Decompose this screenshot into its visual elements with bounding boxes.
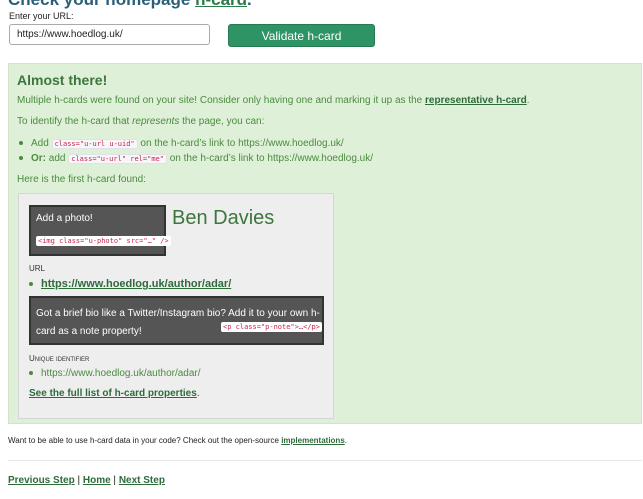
rel-me-code: class="u-url" rel="me" bbox=[68, 154, 167, 164]
step-navigation: Previous Step | Home | Next Step bbox=[8, 475, 165, 486]
url-field-label: Enter your URL: bbox=[9, 11, 74, 21]
properties-line: See the full list of h-card properties. bbox=[29, 388, 200, 399]
url-list-item: https://www.hoedlog.uk/author/adar/ bbox=[29, 278, 231, 290]
identify-em: represents bbox=[132, 116, 180, 127]
bio-placeholder: Got a brief bio like a Twitter/Instagram… bbox=[29, 296, 324, 345]
option-uid-item: Add class="u-url u-uid" on the h-card’s … bbox=[19, 138, 344, 149]
option-rel-me-item: Or: add class="u-url" rel="me" on the h-… bbox=[19, 153, 373, 164]
option-rel-me-text: on the h-card’s link to https://www.hoed… bbox=[166, 153, 374, 164]
home-link[interactable]: Home bbox=[83, 475, 111, 486]
multiple-period: . bbox=[526, 95, 530, 106]
uid-caption: Unique identifier bbox=[29, 354, 90, 363]
url-input[interactable] bbox=[9, 24, 210, 45]
properties-period: . bbox=[196, 388, 200, 399]
result-panel: Almost there! Multiple h-cards were foun… bbox=[8, 63, 642, 424]
nav-separator: | bbox=[110, 475, 119, 486]
bullet-icon bbox=[19, 156, 23, 161]
hcard-heading-link[interactable]: h-card bbox=[195, 0, 247, 9]
identify-suffix: the page, you can: bbox=[179, 116, 265, 127]
option-add-text: Add bbox=[31, 138, 49, 149]
multiple-hcards-message: Multiple h-cards were found on your site… bbox=[17, 95, 530, 106]
identify-instruction: To identify the h-card that represents t… bbox=[17, 116, 264, 127]
implementations-link[interactable]: implementations bbox=[281, 436, 345, 445]
page-heading: Check your homepage h-card. bbox=[8, 0, 252, 10]
divider bbox=[8, 460, 642, 461]
uid-class-code: class="u-url u-uid" bbox=[51, 139, 138, 149]
hcard-properties-link[interactable]: See the full list of h-card properties bbox=[29, 388, 197, 399]
uid-value: https://www.hoedlog.uk/author/adar/ bbox=[41, 368, 201, 379]
result-title: Almost there! bbox=[17, 72, 108, 88]
note-period: . bbox=[344, 436, 348, 445]
bullet-icon bbox=[29, 282, 33, 287]
option-add-text: add bbox=[46, 153, 66, 164]
identify-prefix: To identify the h-card that bbox=[17, 116, 133, 127]
next-step-link[interactable]: Next Step bbox=[119, 475, 165, 486]
previous-step-link[interactable]: Previous Step bbox=[8, 475, 75, 486]
photo-code: <img class="u-photo" src="…" /> bbox=[36, 236, 171, 246]
bullet-icon bbox=[29, 371, 33, 376]
nav-separator: | bbox=[74, 475, 83, 486]
validate-button[interactable]: Validate h-card bbox=[228, 24, 375, 47]
bullet-icon bbox=[19, 141, 23, 146]
note-text: Want to be able to use h-card data in yo… bbox=[8, 436, 282, 445]
url-caption: URL bbox=[29, 264, 46, 273]
option-or-text: Or: bbox=[31, 153, 46, 164]
first-hcard-label: Here is the first h-card found: bbox=[17, 174, 146, 185]
implementations-note: Want to be able to use h-card data in yo… bbox=[8, 436, 347, 445]
multiple-hcards-text: Multiple h-cards were found on your site… bbox=[17, 95, 426, 106]
note-code: <p class="p-note">…</p> bbox=[221, 322, 322, 332]
photo-placeholder: Add a photo! <img class="u-photo" src="…… bbox=[29, 205, 171, 256]
hcard-name: Ben Davies bbox=[172, 207, 275, 229]
uid-list-item: https://www.hoedlog.uk/author/adar/ bbox=[29, 368, 201, 379]
photo-prompt: Add a photo! bbox=[36, 213, 93, 224]
hcard-preview: Add a photo! <img class="u-photo" src="…… bbox=[18, 193, 334, 419]
heading-period: . bbox=[247, 0, 252, 9]
option-uid-text: on the h-card’s link to https://www.hoed… bbox=[137, 138, 344, 149]
heading-text: Check your homepage bbox=[8, 0, 195, 9]
representative-hcard-link[interactable]: representative h-card bbox=[425, 95, 527, 106]
author-url-link[interactable]: https://www.hoedlog.uk/author/adar/ bbox=[41, 278, 231, 290]
